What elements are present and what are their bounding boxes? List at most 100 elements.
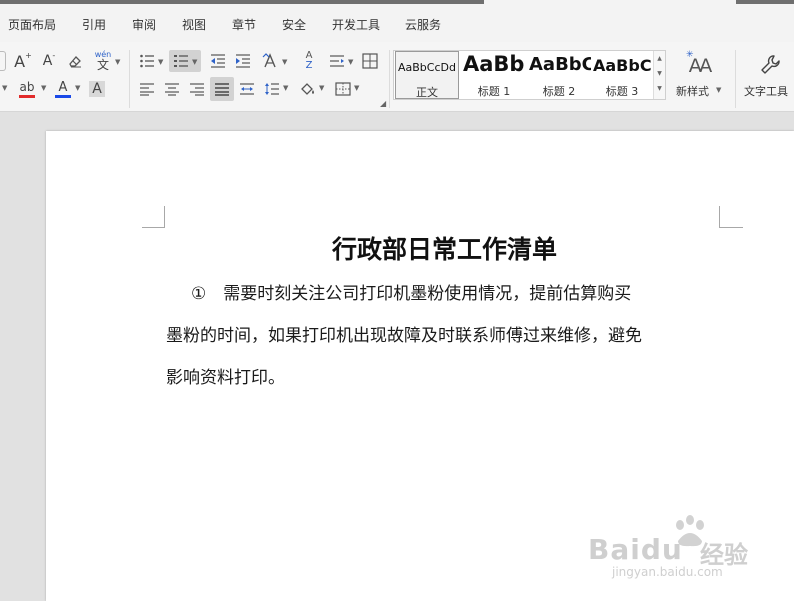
distributed-align-button[interactable] [237,78,257,100]
style-normal[interactable]: AaBbCcDd 正文 [395,51,459,99]
style-heading-2[interactable]: AaBbC 标题 2 [527,51,591,99]
highlighter-icon: ab [19,79,35,94]
text-tools-button[interactable] [758,52,784,78]
change-case-dropdown-caret[interactable]: ▼ [282,58,287,66]
font-size-box-edge[interactable] [0,51,6,71]
watermark-brand: Baidu [588,533,683,566]
corner-mark-top-right-v [719,206,720,227]
new-style-label[interactable]: 新样式 [676,83,709,99]
tab-strip-dark [0,0,484,4]
expand-gallery-icon[interactable]: ▼ [654,81,665,96]
style-heading-3[interactable]: AaBbC 标题 3 [591,51,653,99]
line-spacing-icon [265,83,279,95]
corner-mark-top-left-h [142,227,165,228]
watermark-url: jingyan.baidu.com [612,565,723,579]
increase-indent-button[interactable] [233,51,253,71]
menu-references[interactable]: 引用 [82,16,106,33]
align-right-icon [190,83,204,96]
shading-button[interactable] [298,78,318,100]
paragraph-dialog-launcher[interactable]: ◢ [380,99,386,108]
menu-view[interactable]: 视图 [182,16,206,33]
clear-format-button[interactable] [64,51,86,71]
bullets-button[interactable] [137,51,157,71]
ribbon-separator [129,50,130,108]
align-center-button[interactable] [162,78,182,100]
align-right-button[interactable] [187,78,207,100]
grow-font-icon: A [14,51,26,71]
highlight-dropdown-caret[interactable]: ▼ [41,84,46,92]
menu-section[interactable]: 章节 [232,16,256,33]
shrink-font-icon: A [42,53,53,69]
borders-button[interactable] [333,78,353,100]
corner-mark-top-left-v [164,206,165,227]
style-normal-label: 正文 [416,86,438,99]
ribbon-separator [389,50,390,108]
table-layout-button[interactable] [360,51,380,71]
distribute-icon [240,83,254,95]
style-normal-sample: AaBbCcDd [398,61,456,74]
shrink-font-button[interactable]: A- [38,51,60,71]
numbered-list-icon [174,55,188,67]
menu-review[interactable]: 审阅 [132,16,156,33]
new-style-dropdown-caret[interactable]: ▼ [716,86,721,94]
bullets-dropdown-caret[interactable]: ▼ [158,58,163,66]
font-row2-caret[interactable]: ▼ [2,84,7,92]
scroll-up-icon[interactable]: ▲ [654,51,665,66]
font-color-button[interactable]: A [52,78,74,100]
style-heading-3-sample: AaBbC [593,56,652,75]
style-heading-1-label: 标题 1 [477,85,511,98]
document-line-2[interactable]: 墨粉的时间，如果打印机出现故障及时联系师傅过来维修，避免 [166,321,642,346]
highlight-color-bar [19,94,35,98]
menu-cloud-services[interactable]: 云服务 [405,16,441,33]
change-case-icon [262,53,276,68]
paragraph-settings-icon [330,55,344,67]
line-spacing-button[interactable] [262,78,282,100]
align-left-button[interactable] [137,78,157,100]
style-heading-2-label: 标题 2 [542,85,576,98]
styles-gallery-scroller[interactable]: ▲ ▼ ▼ [653,51,665,99]
style-heading-3-label: 标题 3 [605,85,639,98]
paint-bucket-icon [301,83,314,95]
menu-page-layout[interactable]: 页面布局 [8,16,56,33]
document-title[interactable]: 行政部日常工作清单 [46,230,794,266]
baidu-watermark: Baidu 经验 jingyan.baidu.com [582,515,782,585]
numbering-button[interactable] [171,51,191,71]
menu-security[interactable]: 安全 [282,16,306,33]
sort-button[interactable]: A Z [299,50,319,72]
phonetic-dropdown-caret[interactable]: ▼ [115,58,120,66]
phonetic-guide-button[interactable]: wén 文 [92,50,114,72]
new-style-button[interactable]: AA ✳ [682,50,716,80]
border-icon [335,82,351,96]
decrease-indent-icon [211,54,225,68]
text-tools-label[interactable]: 文字工具 [744,83,788,99]
change-case-button[interactable] [261,51,281,71]
align-center-icon [165,83,179,96]
line-spacing-dropdown-caret[interactable]: ▼ [283,84,288,92]
character-shading-icon: A [89,81,105,97]
decrease-indent-button[interactable] [208,51,228,71]
ribbon-toolbar: A + A- wén 文 ▼ ▼ ab ▼ A ▼ A ▼ ▼ ▼ A Z ▼ … [0,42,794,112]
menu-bar: 页面布局 引用 审阅 视图 章节 安全 开发工具 云服务 [0,5,794,42]
character-shading-button[interactable]: A [86,78,108,100]
grow-font-button[interactable]: A + [12,51,34,71]
corner-mark-top-right-h [719,227,743,228]
numbering-dropdown-caret[interactable]: ▼ [192,58,197,66]
bullet-list-icon [140,54,154,68]
font-color-dropdown-caret[interactable]: ▼ [75,84,80,92]
highlight-button[interactable]: ab [14,78,40,100]
phonetic-guide-char: 文 [96,58,109,72]
tab-strip-dark-right [736,0,794,4]
line-spacing-options-button[interactable] [327,51,347,71]
align-justify-icon [215,83,229,96]
shading-dropdown-caret[interactable]: ▼ [319,84,324,92]
document-line-1[interactable]: ① 需要时刻关注公司打印机墨粉使用情况，提前估算购买 [191,279,631,304]
borders-dropdown-caret[interactable]: ▼ [354,84,359,92]
paragraph-dropdown-caret[interactable]: ▼ [348,58,353,66]
scroll-down-icon[interactable]: ▼ [654,66,665,81]
grid-icon [362,53,378,69]
document-line-3[interactable]: 影响资料打印。 [166,363,285,388]
menu-developer-tools[interactable]: 开发工具 [332,16,380,33]
style-heading-1[interactable]: AaBb 标题 1 [461,51,527,99]
justify-button[interactable] [212,78,232,100]
wrench-icon [761,55,780,74]
